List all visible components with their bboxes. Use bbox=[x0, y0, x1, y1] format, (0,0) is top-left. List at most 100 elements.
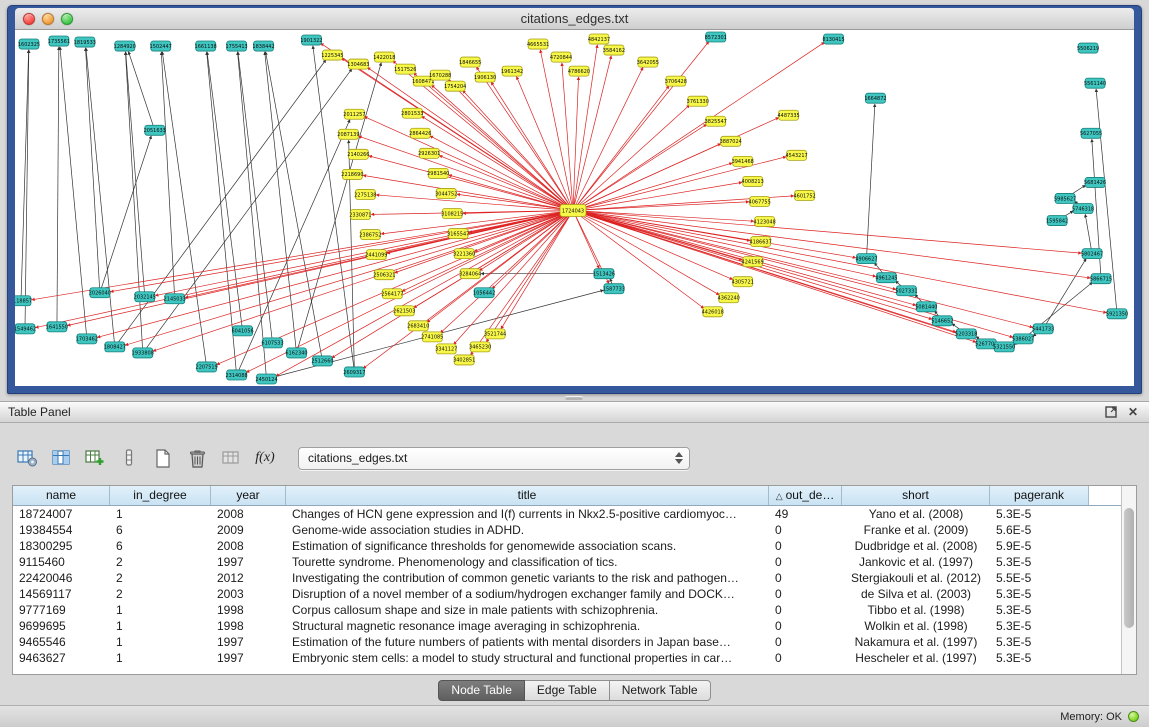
zoom-window-button[interactable] bbox=[61, 13, 73, 25]
table-row[interactable]: 1830029562008Estimation of significance … bbox=[13, 538, 1136, 554]
graph-node[interactable]: 1933808 bbox=[132, 348, 154, 358]
graph-node[interactable]: 4426018 bbox=[702, 307, 724, 317]
graph-node[interactable]: 6162340 bbox=[285, 348, 307, 358]
graph-node[interactable]: 1724043 bbox=[560, 204, 586, 216]
new-table-button[interactable] bbox=[148, 444, 178, 472]
citation-edge-black[interactable] bbox=[60, 47, 87, 339]
citation-edge-red[interactable] bbox=[573, 124, 706, 210]
show-columns-button[interactable] bbox=[46, 444, 76, 472]
graph-node[interactable]: 3642055 bbox=[637, 57, 659, 67]
citation-network-graph[interactable]: 1724043160232517355611819533128492015024… bbox=[15, 30, 1134, 386]
graph-node[interactable]: 3108215 bbox=[441, 209, 463, 219]
network-canvas[interactable]: 1724043160232517355611819533128492015024… bbox=[15, 30, 1134, 386]
citation-edge-black[interactable] bbox=[57, 47, 59, 327]
graph-node[interactable]: 1703462 bbox=[76, 334, 98, 344]
graph-node[interactable]: 1961342 bbox=[501, 66, 523, 76]
graph-node[interactable]: 5146652 bbox=[931, 316, 953, 326]
graph-node[interactable]: 4008213 bbox=[742, 176, 764, 186]
graph-node[interactable]: 3044752 bbox=[435, 188, 457, 198]
graph-node[interactable]: 2011257 bbox=[343, 109, 365, 119]
citation-edge-red[interactable] bbox=[359, 136, 573, 210]
table-row[interactable]: 1938455462009Genome-wide association stu… bbox=[13, 522, 1136, 538]
graph-node[interactable]: 1513426 bbox=[593, 269, 615, 279]
graph-node[interactable]: 1838442 bbox=[252, 41, 274, 51]
delete-column-button[interactable] bbox=[114, 444, 144, 472]
citation-edge-red[interactable] bbox=[573, 86, 669, 211]
graph-node[interactable]: 3284064 bbox=[459, 269, 481, 279]
graph-node[interactable]: 2450124 bbox=[255, 374, 277, 384]
graph-node[interactable]: 2512660 bbox=[311, 356, 333, 366]
graph-node[interactable]: 5627055 bbox=[1080, 128, 1102, 138]
citation-edge-black[interactable] bbox=[266, 52, 323, 361]
graph-node[interactable]: 2981540 bbox=[427, 168, 449, 178]
graph-node[interactable]: 4305721 bbox=[732, 277, 754, 287]
graph-node[interactable]: 2275138 bbox=[354, 189, 376, 199]
graph-node[interactable]: 1906130 bbox=[474, 72, 496, 82]
citation-edge-black[interactable] bbox=[296, 63, 381, 353]
create-column-button[interactable] bbox=[80, 444, 110, 472]
graph-node[interactable]: 3584162 bbox=[603, 45, 625, 55]
tab-edge-table[interactable]: Edge Table bbox=[525, 680, 610, 701]
citation-edge-black[interactable] bbox=[21, 50, 29, 301]
graph-node[interactable]: 1641550 bbox=[46, 322, 68, 332]
column-header-in_degree[interactable]: in_degree bbox=[110, 486, 211, 505]
graph-node[interactable]: 6041056 bbox=[231, 326, 253, 336]
graph-node[interactable]: 4487335 bbox=[778, 110, 800, 120]
graph-node[interactable]: 3341127 bbox=[435, 344, 457, 354]
citation-edge-black[interactable] bbox=[1043, 259, 1086, 329]
graph-node[interactable]: 5985627 bbox=[1054, 193, 1076, 203]
graph-node[interactable]: 5081440 bbox=[915, 302, 937, 312]
graph-node[interactable]: 6107533 bbox=[261, 338, 283, 348]
graph-node[interactable]: 3825547 bbox=[705, 116, 727, 126]
graph-node[interactable]: 1422018 bbox=[373, 52, 395, 62]
table-row[interactable]: 946362711997Embryonic stem cells: a mode… bbox=[13, 650, 1136, 666]
close-panel-icon[interactable]: ✕ bbox=[1125, 405, 1141, 420]
graph-node[interactable]: 1808427 bbox=[104, 342, 126, 352]
graph-node[interactable]: 1754204 bbox=[444, 81, 466, 91]
citation-edge-red[interactable] bbox=[573, 211, 876, 277]
graph-node[interactable]: 2741085 bbox=[421, 332, 443, 342]
citation-edge-red[interactable] bbox=[573, 42, 824, 210]
citation-edge-red[interactable] bbox=[463, 91, 573, 211]
graph-node[interactable]: 4720844 bbox=[550, 52, 572, 62]
graph-node[interactable]: 4123048 bbox=[754, 217, 776, 227]
graph-node[interactable]: 4601752 bbox=[793, 190, 815, 200]
graph-node[interactable]: 1517526 bbox=[394, 64, 416, 74]
citation-edge-black[interactable] bbox=[162, 52, 206, 367]
column-header-title[interactable]: title bbox=[286, 486, 769, 505]
table-row[interactable]: 946554611997Estimation of the future num… bbox=[13, 634, 1136, 650]
graph-node[interactable]: 5866715 bbox=[1090, 274, 1112, 284]
graph-node[interactable]: 1664872 bbox=[864, 93, 886, 103]
graph-node[interactable]: 5027331 bbox=[895, 286, 917, 296]
graph-node[interactable]: 2926301 bbox=[418, 148, 440, 158]
table-row[interactable]: 1456911722003Disruption of a novel membe… bbox=[13, 586, 1136, 602]
citation-edge-red[interactable] bbox=[480, 211, 573, 271]
citation-edge-black[interactable] bbox=[207, 52, 237, 375]
graph-node[interactable]: 3761330 bbox=[687, 96, 709, 106]
graph-node[interactable]: 2087139 bbox=[337, 129, 359, 139]
citation-edge-red[interactable] bbox=[367, 67, 573, 210]
graph-node[interactable]: 4786620 bbox=[568, 66, 590, 76]
graph-node[interactable]: 2864426 bbox=[409, 128, 431, 138]
tab-node-table[interactable]: Node Table bbox=[438, 680, 525, 701]
graph-node[interactable]: 2218690 bbox=[341, 169, 363, 179]
citation-edge-black[interactable] bbox=[25, 50, 29, 329]
close-window-button[interactable] bbox=[23, 13, 35, 25]
graph-node[interactable]: 2506321 bbox=[373, 270, 395, 280]
citation-edge-red[interactable] bbox=[573, 211, 856, 258]
graph-node[interactable]: 5321550 bbox=[993, 342, 1015, 352]
citation-edge-black[interactable] bbox=[313, 46, 355, 372]
delete-table-button[interactable] bbox=[182, 444, 212, 472]
graph-node[interactable]: 1284920 bbox=[114, 41, 136, 51]
graph-node[interactable]: 1549462 bbox=[15, 324, 36, 334]
window-titlebar[interactable]: citations_edges.txt bbox=[15, 8, 1134, 30]
graph-node[interactable]: 5746318 bbox=[1072, 203, 1094, 213]
graph-node[interactable]: 1755413 bbox=[225, 41, 247, 51]
graph-node[interactable]: 4961245 bbox=[875, 273, 897, 283]
graph-node[interactable]: 1670288 bbox=[429, 70, 451, 80]
graph-node[interactable]: 1056442 bbox=[473, 288, 495, 298]
table-mode-button[interactable] bbox=[12, 444, 42, 472]
graph-node[interactable]: 2386752 bbox=[359, 230, 381, 240]
citation-edge-black[interactable] bbox=[143, 69, 352, 353]
graph-node[interactable]: 3402851 bbox=[453, 355, 475, 365]
